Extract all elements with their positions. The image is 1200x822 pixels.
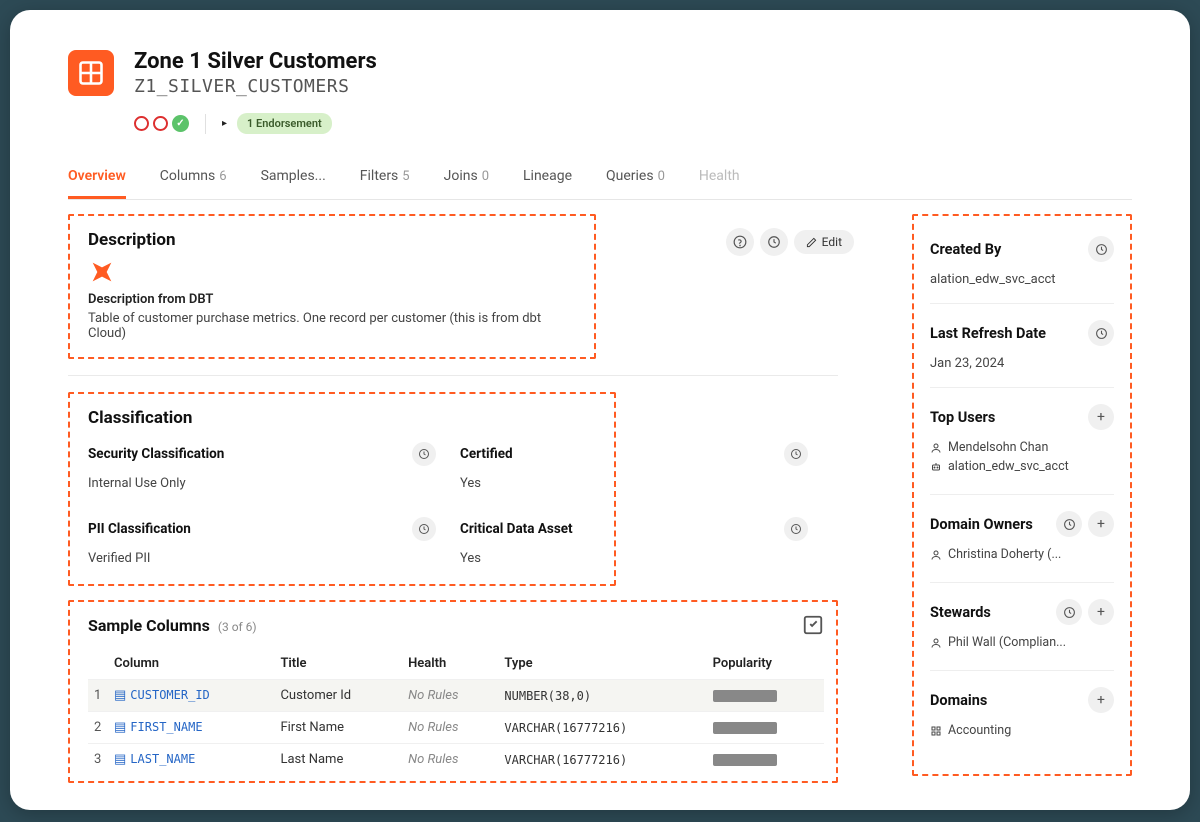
certified-value: Yes (460, 476, 808, 491)
tab-samples[interactable]: Samples... (261, 168, 326, 199)
description-source: Description from DBT (88, 292, 576, 307)
tab-columns[interactable]: Columns6 (160, 168, 227, 199)
add-icon[interactable]: + (1088, 511, 1114, 537)
row-index: 1 (88, 680, 108, 712)
history-icon[interactable] (784, 442, 808, 466)
user-item[interactable]: alation_edw_svc_acct (930, 459, 1114, 474)
col-header-type: Type (498, 648, 706, 680)
column-link[interactable]: LAST_NAME (130, 752, 195, 766)
help-icon[interactable] (726, 228, 754, 256)
endorsement-badge[interactable]: 1 Endorsement (237, 113, 332, 134)
column-type: VARCHAR(16777216) (498, 712, 706, 744)
dbt-icon (88, 258, 116, 286)
history-icon[interactable] (1056, 511, 1082, 537)
column-link[interactable]: FIRST_NAME (130, 720, 202, 734)
table-row[interactable]: 1 ▤ CUSTOMER_ID Customer Id No Rules NUMB… (88, 680, 824, 712)
security-classification-label: Security Classification (88, 446, 224, 462)
table-row[interactable]: 3 ▤ LAST_NAME Last Name No Rules VARCHAR(… (88, 744, 824, 776)
sample-columns-heading: Sample Columns (3 of 6) (88, 616, 257, 635)
col-header-column: Column (108, 648, 274, 680)
classification-section: Classification Security Classification I… (68, 392, 616, 586)
trust-flags[interactable]: ✓ (134, 115, 189, 132)
domain-item[interactable]: Accounting (930, 723, 1114, 738)
domain-owners-label: Domain Owners (930, 516, 1033, 533)
col-header-health: Health (402, 648, 498, 680)
tab-joins[interactable]: Joins0 (444, 168, 489, 199)
table-name: Z1_SILVER_CUSTOMERS (134, 76, 377, 97)
flag-ring-icon (153, 116, 168, 131)
popularity-bar (713, 690, 777, 702)
column-health: No Rules (402, 712, 498, 744)
history-icon[interactable] (1088, 236, 1114, 262)
add-icon[interactable]: + (1088, 687, 1114, 713)
column-title: Last Name (274, 744, 402, 776)
history-icon[interactable] (412, 517, 436, 541)
classification-heading: Classification (88, 408, 596, 428)
flag-ring-icon (134, 116, 149, 131)
tab-health[interactable]: Health (699, 168, 740, 199)
col-header-title: Title (274, 648, 402, 680)
history-icon[interactable] (784, 517, 808, 541)
description-text: Table of customer purchase metrics. One … (88, 311, 576, 341)
history-icon[interactable] (412, 442, 436, 466)
history-icon[interactable] (1056, 599, 1082, 625)
table-icon (68, 50, 114, 96)
metadata-sidebar: Created By alation_edw_svc_acct Last Ref… (912, 214, 1132, 776)
critical-asset-label: Critical Data Asset (460, 521, 573, 537)
description-section: Description Edit Description from DBT Ta… (68, 214, 596, 359)
column-icon: ▤ (114, 720, 126, 735)
user-item[interactable]: Mendelsohn Chan (930, 440, 1114, 455)
column-link[interactable]: CUSTOMER_ID (130, 688, 209, 702)
tab-lineage[interactable]: Lineage (523, 168, 572, 199)
column-icon: ▤ (114, 752, 126, 767)
column-type: NUMBER(38,0) (498, 680, 706, 712)
history-icon[interactable] (760, 228, 788, 256)
add-icon[interactable]: + (1088, 404, 1114, 430)
tab-overview[interactable]: Overview (68, 168, 126, 199)
critical-asset-value: Yes (460, 551, 808, 566)
created-by-value: alation_edw_svc_acct (930, 272, 1114, 287)
sample-columns-section: Sample Columns (3 of 6) Column Title Hea… (68, 600, 838, 783)
column-title: Customer Id (274, 680, 402, 712)
edit-columns-icon[interactable] (802, 614, 824, 636)
row-index: 3 (88, 744, 108, 776)
tabs: Overview Columns6 Samples... Filters5 Jo… (68, 168, 1132, 200)
flag-check-icon: ✓ (172, 115, 189, 132)
column-title: First Name (274, 712, 402, 744)
column-health: No Rules (402, 744, 498, 776)
row-index: 2 (88, 712, 108, 744)
sample-columns-table: Column Title Health Type Popularity 1 ▤ C… (88, 648, 824, 775)
stewards-label: Stewards (930, 604, 991, 621)
user-item[interactable]: Phil Wall (Complian... (930, 635, 1114, 650)
refresh-date-value: Jan 23, 2024 (930, 356, 1114, 371)
popularity-bar (713, 754, 777, 766)
edit-button[interactable]: Edit (794, 230, 854, 254)
table-row[interactable]: 2 ▤ FIRST_NAME First Name No Rules VARCHA… (88, 712, 824, 744)
user-item[interactable]: Christina Doherty (... (930, 547, 1114, 562)
column-type: VARCHAR(16777216) (498, 744, 706, 776)
add-icon[interactable]: + (1088, 599, 1114, 625)
divider (68, 375, 838, 376)
divider (205, 114, 206, 134)
popularity-bar (713, 722, 777, 734)
pii-classification-label: PII Classification (88, 521, 191, 537)
security-classification-value: Internal Use Only (88, 476, 436, 491)
certified-label: Certified (460, 446, 513, 462)
description-heading: Description (88, 230, 175, 250)
domains-label: Domains (930, 692, 987, 709)
refresh-date-label: Last Refresh Date (930, 325, 1046, 342)
history-icon[interactable] (1088, 320, 1114, 346)
column-health: No Rules (402, 680, 498, 712)
top-users-label: Top Users (930, 409, 995, 426)
page-title: Zone 1 Silver Customers (134, 50, 377, 74)
tab-filters[interactable]: Filters5 (360, 168, 410, 199)
tab-queries[interactable]: Queries0 (606, 168, 665, 199)
pii-classification-value: Verified PII (88, 551, 436, 566)
col-header-popularity: Popularity (707, 648, 824, 680)
created-by-label: Created By (930, 241, 1001, 258)
caret-right-icon[interactable]: ▸ (222, 118, 227, 129)
column-icon: ▤ (114, 688, 126, 703)
